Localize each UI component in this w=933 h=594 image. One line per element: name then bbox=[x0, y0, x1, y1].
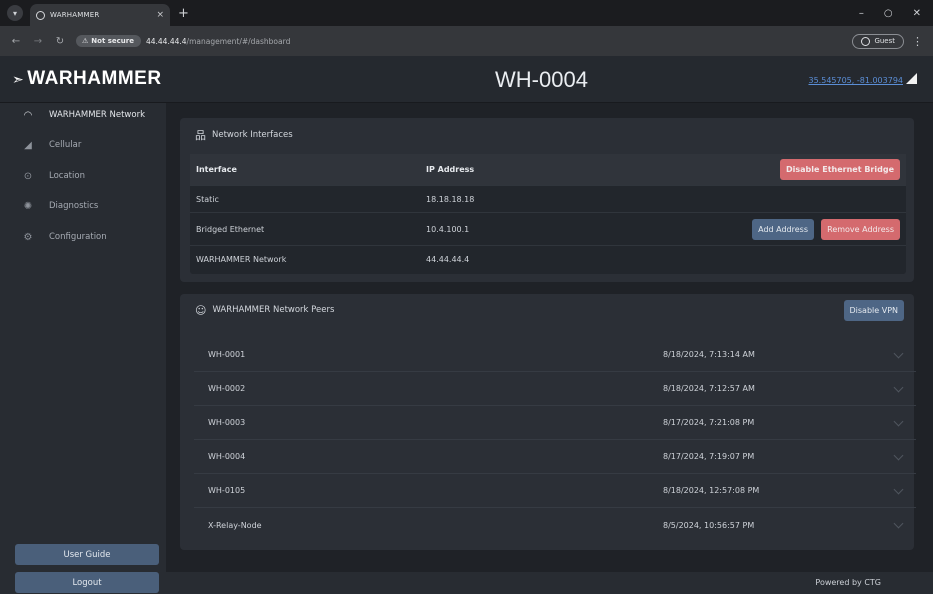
cell-signal-icon bbox=[906, 73, 917, 84]
browser-menu-icon[interactable]: ⋮ bbox=[912, 35, 923, 48]
list-item[interactable]: WH-0004 8/17/2024, 7:19:07 PM bbox=[194, 440, 916, 474]
peer-timestamp: 8/18/2024, 7:13:14 AM bbox=[663, 350, 755, 359]
peer-name: X-Relay-Node bbox=[208, 520, 262, 530]
not-secure-badge[interactable]: ⚠ Not secure bbox=[76, 35, 141, 47]
interface-ip: 44.44.44.4 bbox=[426, 255, 470, 264]
minimize-icon[interactable]: – bbox=[859, 8, 864, 19]
interface-name: Static bbox=[196, 194, 219, 204]
url-text: 44.44.44.4/management/#/dashboard bbox=[145, 36, 291, 46]
chevron-down-icon[interactable] bbox=[893, 518, 904, 529]
logout-button[interactable]: Logout bbox=[15, 572, 159, 593]
peer-name: WH-0001 bbox=[208, 350, 246, 359]
peer-timestamp: 8/17/2024, 7:19:07 PM bbox=[663, 452, 755, 461]
column-header-interface: Interface bbox=[196, 165, 237, 174]
main-content: 品 Network Interfaces Interface IP Addres… bbox=[166, 103, 933, 594]
remove-address-button[interactable]: Remove Address bbox=[821, 219, 900, 240]
sidebar-item-label: Location bbox=[49, 171, 85, 181]
chevron-down-icon[interactable] bbox=[893, 348, 904, 359]
sidebar-item-label: Cellular bbox=[49, 140, 82, 150]
diagnostics-icon: ✺ bbox=[23, 200, 33, 212]
list-item[interactable]: WH-0003 8/17/2024, 7:21:08 PM bbox=[194, 406, 916, 440]
chevron-down-icon[interactable] bbox=[893, 484, 904, 495]
footer: Powered by CTG bbox=[166, 572, 933, 594]
user-guide-button[interactable]: User Guide bbox=[15, 544, 159, 565]
sidebar-item-configuration[interactable]: ⚙ Configuration bbox=[0, 226, 166, 248]
peer-name: WH-0002 bbox=[208, 384, 246, 393]
card-title: WARHAMMER Network Peers bbox=[212, 305, 335, 315]
network-peers-header: ☺ WARHAMMER Network Peers Disable VPN bbox=[180, 294, 914, 326]
sidebar-item-diagnostics[interactable]: ✺ Diagnostics bbox=[0, 195, 166, 217]
interfaces-table: Interface IP Address Disable Ethernet Br… bbox=[190, 154, 906, 274]
network-interfaces-card: 品 Network Interfaces Interface IP Addres… bbox=[180, 118, 914, 282]
peer-timestamp: 8/18/2024, 7:12:57 AM bbox=[663, 384, 755, 393]
address-bar: ← → ↻ ⚠ Not secure 44.44.44.4/management… bbox=[0, 26, 933, 56]
peer-name: WH-0004 bbox=[208, 452, 246, 461]
column-header-ip-address: IP Address bbox=[426, 165, 475, 174]
sidebar-item-cellular[interactable]: ◢ Cellular bbox=[0, 134, 166, 156]
interface-name: Bridged Ethernet bbox=[196, 224, 265, 234]
peer-timestamp: 8/5/2024, 10:56:57 PM bbox=[663, 520, 755, 530]
tab-close-icon[interactable]: × bbox=[156, 10, 164, 20]
page-title: WH-0004 bbox=[495, 67, 588, 92]
powered-by-text: Powered by CTG bbox=[815, 578, 881, 587]
new-tab-button[interactable]: + bbox=[178, 6, 189, 21]
location-pin-icon: ⊙ bbox=[23, 170, 33, 182]
maximize-icon[interactable]: ○ bbox=[884, 8, 893, 19]
peer-name: WH-0105 bbox=[208, 486, 246, 495]
interface-name: WARHAMMER Network bbox=[196, 255, 287, 264]
peer-timestamp: 8/17/2024, 7:21:08 PM bbox=[663, 418, 755, 427]
list-item[interactable]: WH-0001 8/18/2024, 7:13:14 AM bbox=[194, 338, 916, 372]
gauge-icon: ◠ bbox=[23, 109, 33, 121]
chevron-down-icon[interactable] bbox=[893, 382, 904, 393]
network-peers-card: ☺ WARHAMMER Network Peers Disable VPN WH… bbox=[180, 294, 916, 550]
reload-icon[interactable]: ↻ bbox=[54, 36, 66, 47]
coordinates-link[interactable]: 35.545705, -81.003794 bbox=[809, 76, 904, 85]
table-row: Static 18.18.18.18 bbox=[190, 186, 906, 213]
table-row: WARHAMMER Network 44.44.44.4 bbox=[190, 246, 906, 273]
signal-icon: ◢ bbox=[24, 139, 32, 151]
list-item[interactable]: WH-0002 8/18/2024, 7:12:57 AM bbox=[194, 372, 916, 406]
list-item[interactable]: WH-0105 8/18/2024, 12:57:08 PM bbox=[194, 474, 916, 508]
browser-tab-bar: ▾ WARHAMMER × + – ○ ✕ bbox=[0, 0, 933, 26]
forward-icon[interactable]: → bbox=[32, 36, 44, 47]
gear-icon: ⚙ bbox=[23, 231, 33, 243]
back-icon[interactable]: ← bbox=[10, 36, 22, 47]
chevron-down-icon[interactable] bbox=[893, 450, 904, 461]
tab-title: WARHAMMER bbox=[50, 11, 100, 19]
sidebar: ◠ WARHAMMER Network ◢ Cellular ⊙ Locatio… bbox=[0, 103, 166, 594]
network-icon: 品 bbox=[195, 129, 206, 142]
chevron-down-icon[interactable] bbox=[893, 416, 904, 427]
browser-tab[interactable]: WARHAMMER × bbox=[30, 4, 170, 26]
sidebar-item-warhammer-network[interactable]: ◠ WARHAMMER Network bbox=[0, 104, 166, 126]
profile-icon bbox=[861, 36, 871, 46]
card-title: Network Interfaces bbox=[212, 130, 293, 140]
sidebar-item-location[interactable]: ⊙ Location bbox=[0, 165, 166, 187]
list-item[interactable]: X-Relay-Node 8/5/2024, 10:56:57 PM bbox=[194, 508, 916, 542]
sidebar-item-label: Diagnostics bbox=[49, 201, 99, 211]
peer-name: WH-0003 bbox=[208, 418, 246, 427]
network-interfaces-header: 品 Network Interfaces bbox=[180, 120, 914, 150]
interface-ip: 10.4.100.1 bbox=[426, 224, 470, 234]
favicon-icon bbox=[36, 10, 45, 20]
window-controls: – ○ ✕ bbox=[859, 8, 921, 19]
sidebar-item-label: Configuration bbox=[49, 232, 107, 242]
sidebar-item-label: WARHAMMER Network bbox=[49, 110, 146, 120]
add-address-button[interactable]: Add Address bbox=[752, 219, 814, 240]
close-window-icon[interactable]: ✕ bbox=[913, 8, 921, 19]
guest-profile-button[interactable]: Guest bbox=[852, 33, 904, 49]
tab-search-icon[interactable]: ▾ bbox=[7, 5, 23, 21]
users-icon: ☺ bbox=[195, 303, 207, 317]
peer-timestamp: 8/18/2024, 12:57:08 PM bbox=[663, 486, 760, 495]
table-row: Bridged Ethernet 10.4.100.1 Add Address … bbox=[190, 213, 906, 246]
disable-vpn-button[interactable]: Disable VPN bbox=[843, 300, 904, 321]
interface-ip: 18.18.18.18 bbox=[426, 194, 475, 204]
warning-icon: ⚠ bbox=[82, 37, 89, 45]
table-header-row: Interface IP Address Disable Ethernet Br… bbox=[190, 154, 906, 186]
disable-ethernet-bridge-button[interactable]: Disable Ethernet Bridge bbox=[780, 159, 900, 180]
url-input[interactable]: ⚠ Not secure 44.44.44.4/management/#/das… bbox=[76, 31, 290, 51]
app-header: ➣ WARHAMMER WH-0004 35.545705, -81.00379… bbox=[0, 56, 933, 103]
